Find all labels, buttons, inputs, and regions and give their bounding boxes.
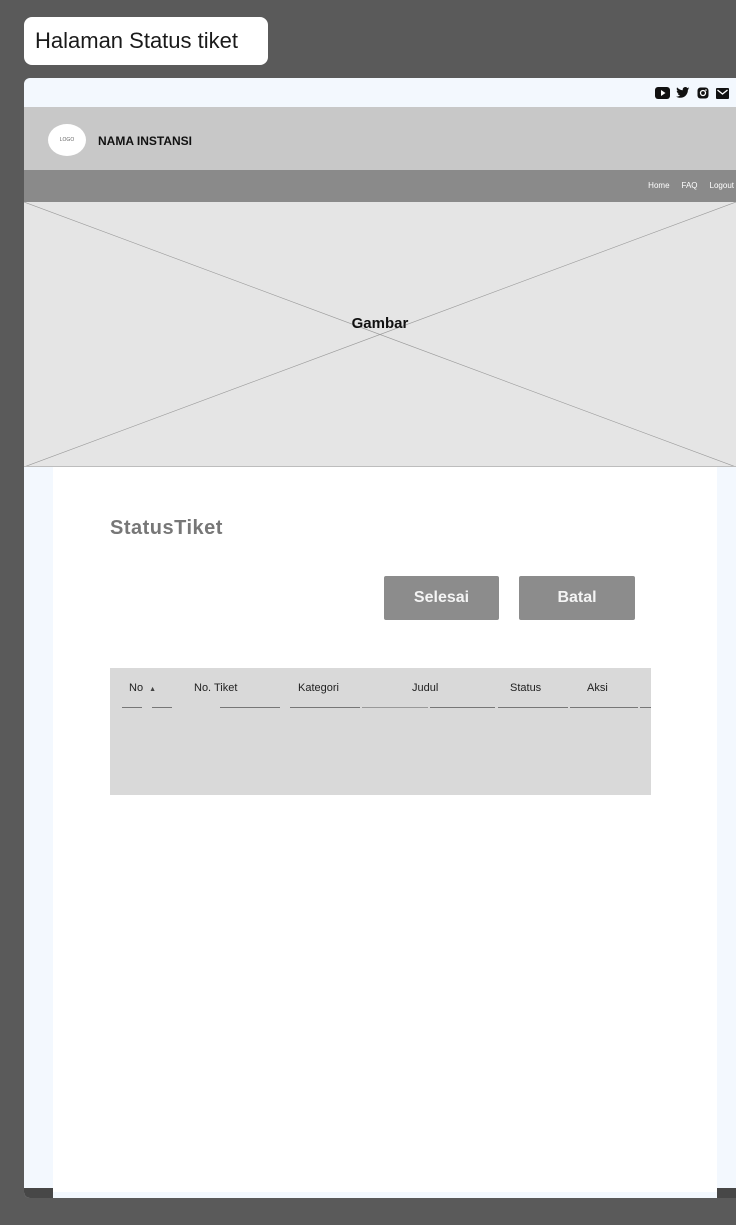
header-divider — [152, 707, 172, 708]
sort-icon[interactable]: ▲ — [149, 686, 156, 693]
footer-left — [24, 1188, 53, 1198]
main-content: StatusTiket Selesai Batal No ▲ No. Tiket … — [53, 467, 717, 1192]
header-divider — [640, 707, 651, 708]
instagram-icon[interactable] — [695, 86, 710, 100]
nav-logout-link[interactable]: Logout — [710, 181, 734, 190]
logo[interactable]: LOGO — [48, 124, 86, 156]
social-bar — [24, 78, 736, 107]
header-divider — [122, 707, 142, 708]
batal-button[interactable]: Batal — [519, 576, 635, 620]
table-header: No ▲ No. Tiket Kategori Judul Status Aksi — [110, 668, 651, 708]
col-header-aksi[interactable]: Aksi — [587, 682, 608, 694]
col-header-no[interactable]: No ▲ — [129, 682, 156, 694]
social-icons — [655, 86, 730, 100]
header-divider — [362, 707, 428, 708]
mail-icon[interactable] — [715, 86, 730, 100]
header-divider — [290, 707, 360, 708]
nav-bar: Home FAQ Logout — [24, 170, 736, 202]
hero-image-placeholder: Gambar — [24, 202, 736, 467]
col-header-status[interactable]: Status — [510, 682, 541, 694]
youtube-icon[interactable] — [655, 86, 670, 100]
header-divider — [498, 707, 568, 708]
header-divider — [220, 707, 280, 708]
page-title: StatusTiket — [110, 517, 223, 539]
frame-label: Halaman Status tiket — [24, 17, 268, 65]
nav-items: Home FAQ Logout — [648, 181, 736, 190]
header-divider — [570, 707, 638, 708]
ticket-table: No ▲ No. Tiket Kategori Judul Status Aksi — [110, 668, 651, 795]
col-header-kategori[interactable]: Kategori — [298, 682, 339, 694]
footer-right — [717, 1188, 736, 1198]
page-frame: LOGO NAMA INSTANSI Home FAQ Logout Gamba… — [24, 78, 736, 1198]
placeholder-cross — [24, 202, 736, 467]
org-name: NAMA INSTANSI — [98, 134, 192, 148]
nav-home-link[interactable]: Home — [648, 181, 669, 190]
twitter-icon[interactable] — [675, 86, 690, 100]
nav-faq-link[interactable]: FAQ — [682, 181, 698, 190]
hero-label: Gambar — [351, 315, 409, 332]
header-divider — [430, 707, 495, 708]
col-header-no-tiket[interactable]: No. Tiket — [194, 682, 237, 694]
selesai-button[interactable]: Selesai — [384, 576, 499, 620]
col-header-judul[interactable]: Judul — [412, 682, 438, 694]
brand-header: LOGO NAMA INSTANSI — [24, 107, 736, 170]
